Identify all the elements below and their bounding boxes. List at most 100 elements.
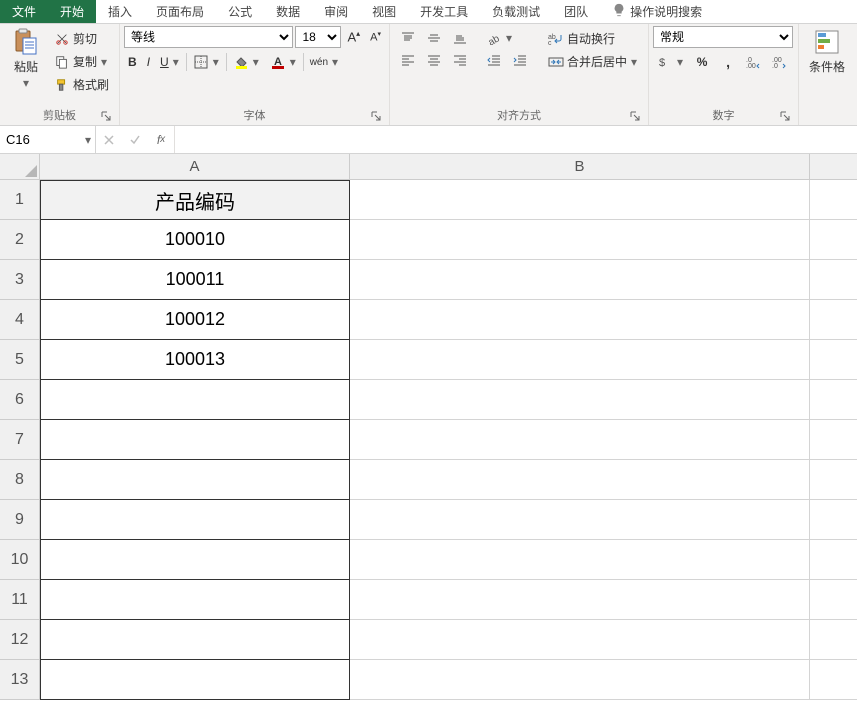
cell[interactable] bbox=[350, 620, 810, 660]
cell[interactable] bbox=[810, 460, 857, 500]
enter-formula-button[interactable] bbox=[122, 126, 148, 153]
cell[interactable] bbox=[810, 340, 857, 380]
row-header[interactable]: 11 bbox=[0, 580, 40, 620]
cell[interactable] bbox=[40, 620, 350, 660]
tab-insert[interactable]: 插入 bbox=[96, 0, 144, 23]
tell-me[interactable]: 操作说明搜索 bbox=[600, 0, 714, 23]
format-painter-button[interactable]: 格式刷 bbox=[50, 74, 113, 95]
spreadsheet-grid[interactable]: AB 12345678910111213 产品编码100010100011100… bbox=[0, 154, 857, 714]
accounting-button[interactable]: $▾ bbox=[653, 52, 688, 72]
orientation-button[interactable]: ab▾ bbox=[482, 28, 517, 48]
fx-icon[interactable]: fx bbox=[148, 133, 174, 147]
cell[interactable]: 产品编码 bbox=[40, 180, 350, 220]
row-header[interactable]: 4 bbox=[0, 300, 40, 340]
cell[interactable] bbox=[810, 580, 857, 620]
decrease-indent-button[interactable] bbox=[482, 50, 506, 70]
tab-file[interactable]: 文件 bbox=[0, 0, 48, 23]
row-header[interactable]: 2 bbox=[0, 220, 40, 260]
cell[interactable] bbox=[40, 660, 350, 700]
chevron-down-icon[interactable]: ▾ bbox=[85, 133, 91, 147]
formula-input[interactable] bbox=[181, 132, 851, 147]
increase-font-button[interactable]: A▴ bbox=[343, 27, 364, 46]
tab-team[interactable]: 团队 bbox=[552, 0, 600, 23]
align-middle-button[interactable] bbox=[422, 28, 446, 48]
cell[interactable]: 100012 bbox=[40, 300, 350, 340]
row-header[interactable]: 9 bbox=[0, 500, 40, 540]
dialog-launcher-icon[interactable] bbox=[628, 109, 642, 123]
tab-view[interactable]: 视图 bbox=[360, 0, 408, 23]
tab-review[interactable]: 审阅 bbox=[312, 0, 360, 23]
tab-home[interactable]: 开始 bbox=[48, 0, 96, 23]
cell[interactable] bbox=[40, 420, 350, 460]
underline-button[interactable]: U▾ bbox=[156, 52, 184, 72]
cell[interactable] bbox=[350, 580, 810, 620]
comma-button[interactable]: , bbox=[716, 52, 740, 72]
cell[interactable] bbox=[350, 500, 810, 540]
cell[interactable] bbox=[350, 260, 810, 300]
cell[interactable] bbox=[350, 220, 810, 260]
bold-button[interactable]: B bbox=[124, 53, 141, 71]
cell[interactable] bbox=[810, 660, 857, 700]
cell[interactable] bbox=[40, 380, 350, 420]
name-box[interactable]: ▾ bbox=[0, 126, 96, 153]
cell[interactable] bbox=[810, 220, 857, 260]
cell[interactable] bbox=[40, 540, 350, 580]
tab-formulas[interactable]: 公式 bbox=[216, 0, 264, 23]
tab-dev[interactable]: 开发工具 bbox=[408, 0, 480, 23]
decrease-font-button[interactable]: A▾ bbox=[366, 28, 385, 46]
cell[interactable] bbox=[350, 180, 810, 220]
fill-color-button[interactable]: ▾ bbox=[229, 52, 264, 72]
align-center-button[interactable] bbox=[422, 50, 446, 70]
cell[interactable]: 100010 bbox=[40, 220, 350, 260]
font-size-select[interactable]: 18 bbox=[295, 26, 341, 48]
cell[interactable] bbox=[40, 580, 350, 620]
cell[interactable] bbox=[810, 300, 857, 340]
row-header[interactable]: 5 bbox=[0, 340, 40, 380]
cell[interactable] bbox=[350, 300, 810, 340]
cell[interactable] bbox=[810, 620, 857, 660]
row-header[interactable]: 1 bbox=[0, 180, 40, 220]
increase-decimal-button[interactable]: .0.00 bbox=[742, 52, 766, 72]
italic-button[interactable]: I bbox=[143, 53, 154, 71]
conditional-formatting-button[interactable]: 条件格 bbox=[803, 26, 851, 77]
borders-button[interactable]: ▾ bbox=[189, 52, 224, 72]
dialog-launcher-icon[interactable] bbox=[99, 109, 113, 123]
column-header[interactable]: B bbox=[350, 154, 810, 180]
paste-button[interactable]: 粘贴 ▾ bbox=[4, 26, 48, 93]
cancel-formula-button[interactable] bbox=[96, 126, 122, 153]
dialog-launcher-icon[interactable] bbox=[778, 109, 792, 123]
tab-data[interactable]: 数据 bbox=[264, 0, 312, 23]
row-header[interactable]: 7 bbox=[0, 420, 40, 460]
column-header[interactable]: A bbox=[40, 154, 350, 180]
tab-load[interactable]: 负载测试 bbox=[480, 0, 552, 23]
increase-indent-button[interactable] bbox=[508, 50, 532, 70]
cell[interactable] bbox=[810, 500, 857, 540]
row-header[interactable]: 6 bbox=[0, 380, 40, 420]
column-header[interactable] bbox=[810, 154, 857, 180]
decrease-decimal-button[interactable]: .00.0 bbox=[768, 52, 792, 72]
phonetic-button[interactable]: wén▾ bbox=[306, 52, 343, 72]
cell[interactable] bbox=[350, 380, 810, 420]
cell[interactable] bbox=[350, 420, 810, 460]
cell[interactable] bbox=[350, 460, 810, 500]
cell[interactable] bbox=[810, 180, 857, 220]
wrap-text-button[interactable]: abc 自动换行 bbox=[544, 28, 642, 49]
tab-layout[interactable]: 页面布局 bbox=[144, 0, 216, 23]
cell[interactable] bbox=[350, 660, 810, 700]
dialog-launcher-icon[interactable] bbox=[369, 109, 383, 123]
cell[interactable] bbox=[40, 500, 350, 540]
cell[interactable] bbox=[810, 260, 857, 300]
cell[interactable] bbox=[40, 460, 350, 500]
cell[interactable] bbox=[350, 540, 810, 580]
select-all-corner[interactable] bbox=[0, 154, 40, 180]
cut-button[interactable]: 剪切 bbox=[50, 28, 113, 49]
cell[interactable] bbox=[810, 540, 857, 580]
cell[interactable] bbox=[810, 420, 857, 460]
row-header[interactable]: 8 bbox=[0, 460, 40, 500]
merge-center-button[interactable]: 合并后居中 ▾ bbox=[544, 51, 642, 72]
cell[interactable]: 100011 bbox=[40, 260, 350, 300]
percent-button[interactable]: % bbox=[690, 52, 714, 72]
font-name-select[interactable]: 等线 bbox=[124, 26, 293, 48]
copy-button[interactable]: 复制 ▾ bbox=[50, 51, 113, 72]
row-header[interactable]: 3 bbox=[0, 260, 40, 300]
